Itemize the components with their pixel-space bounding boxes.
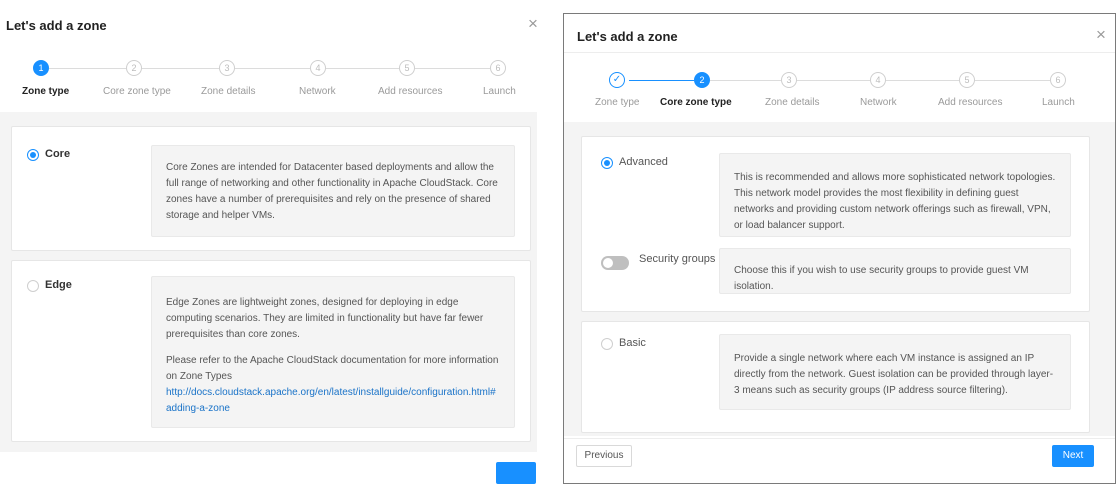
core-label: Core — [45, 148, 71, 160]
step-1-label: Zone type — [22, 86, 70, 97]
step-4-label: Network — [299, 86, 336, 97]
basic-radio[interactable] — [601, 338, 613, 350]
zone-type-panel: Core Core Zones are intended for Datacen… — [0, 112, 537, 452]
step-1-done-icon: ✓ — [609, 72, 625, 88]
wizard-steps: 1 2 3 4 5 6 Zone type Core zone type Zon… — [0, 60, 545, 104]
core-radio[interactable] — [27, 149, 39, 161]
step-3-label: Zone details — [765, 97, 820, 108]
security-groups-label: Security groups — [639, 253, 716, 265]
core-zone-type-panel: Advanced This is recommended and allows … — [564, 122, 1115, 436]
step-5-circle: 5 — [399, 60, 415, 76]
docs-link[interactable]: http://docs.cloudstack.apache.org/en/lat… — [166, 385, 500, 417]
basic-option-card[interactable]: Basic Provide a single network where eac… — [581, 321, 1090, 433]
next-button[interactable] — [496, 462, 536, 484]
step-3-circle: 3 — [219, 60, 235, 76]
step-4-circle: 4 — [870, 72, 886, 88]
step-3-circle: 3 — [781, 72, 797, 88]
step-6-circle: 6 — [1050, 72, 1066, 88]
step-6-label: Launch — [483, 86, 516, 97]
security-groups-description: Choose this if you wish to use security … — [719, 248, 1071, 294]
core-description: Core Zones are intended for Datacenter b… — [151, 145, 515, 237]
add-zone-dialog-step-1: Let's add a zone × 1 2 3 4 5 6 Zone type… — [0, 0, 545, 484]
edge-radio[interactable] — [27, 280, 39, 292]
next-button[interactable]: Next — [1052, 445, 1094, 467]
basic-label: Basic — [619, 337, 646, 349]
step-2-circle: 2 — [694, 72, 710, 88]
basic-description: Provide a single network where each VM i… — [719, 334, 1071, 410]
wizard-steps: ✓ 2 3 4 5 6 Zone type Core zone type Zon… — [564, 72, 1115, 116]
advanced-description: This is recommended and allows more soph… — [719, 153, 1071, 237]
step-5-circle: 5 — [959, 72, 975, 88]
advanced-radio[interactable] — [601, 157, 613, 169]
edge-description: Edge Zones are lightweight zones, design… — [151, 276, 515, 428]
edge-option-card[interactable]: Edge Edge Zones are lightweight zones, d… — [11, 260, 531, 442]
step-1-label: Zone type — [595, 97, 640, 108]
step-6-label: Launch — [1042, 97, 1075, 108]
step-1-circle: 1 — [33, 60, 49, 76]
step-5-label: Add resources — [378, 86, 443, 97]
step-4-circle: 4 — [310, 60, 326, 76]
previous-button[interactable]: Previous — [576, 445, 632, 467]
security-groups-toggle[interactable] — [601, 256, 629, 270]
step-2-circle: 2 — [126, 60, 142, 76]
dialog-title: Let's add a zone — [577, 29, 678, 44]
advanced-option-card[interactable]: Advanced This is recommended and allows … — [581, 136, 1090, 312]
step-3-label: Zone details — [201, 86, 256, 97]
step-4-label: Network — [860, 97, 897, 108]
step-6-circle: 6 — [490, 60, 506, 76]
close-icon[interactable]: × — [1096, 26, 1106, 43]
close-icon[interactable]: × — [528, 15, 538, 32]
core-option-card[interactable]: Core Core Zones are intended for Datacen… — [11, 126, 531, 251]
step-2-label: Core zone type — [660, 97, 732, 108]
step-5-label: Add resources — [938, 97, 1003, 108]
dialog-title: Let's add a zone — [6, 18, 107, 33]
add-zone-dialog-step-2: Let's add a zone × ✓ 2 3 4 5 6 Zone type… — [563, 13, 1116, 484]
step-2-label: Core zone type — [103, 86, 171, 97]
edge-label: Edge — [45, 279, 72, 291]
advanced-label: Advanced — [619, 156, 668, 168]
